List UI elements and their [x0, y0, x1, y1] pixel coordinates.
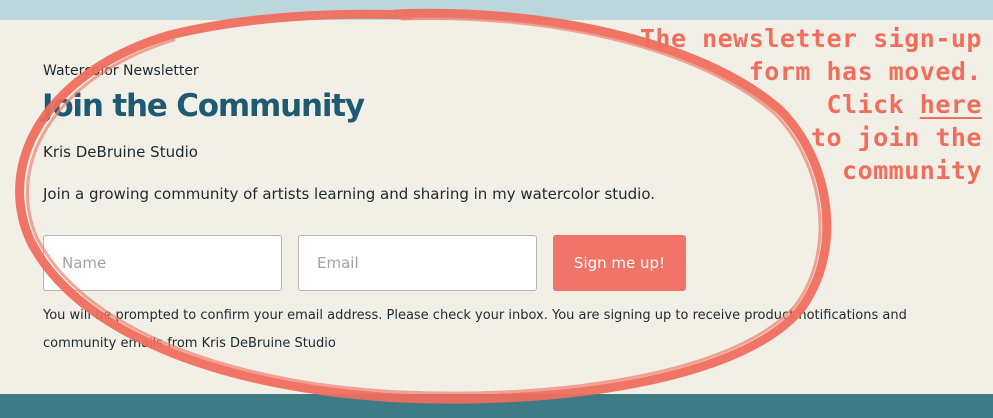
sign-up-button[interactable]: Sign me up! — [553, 235, 686, 291]
studio-name: Kris DeBruine Studio — [43, 143, 198, 161]
here-link[interactable]: here — [920, 90, 982, 119]
page-title: Join the Community — [42, 88, 365, 124]
top-banner-strip — [0, 0, 993, 20]
notice-click-text: Click — [826, 90, 920, 119]
notice-line-5: community — [842, 156, 982, 185]
notice-line-1: The newsletter sign-up — [639, 24, 982, 53]
email-input[interactable] — [298, 235, 537, 291]
newsletter-eyebrow: Watercolor Newsletter — [43, 63, 199, 79]
consent-notice: You will be prompted to confirm your ema… — [43, 308, 907, 351]
name-input[interactable] — [43, 235, 282, 291]
footer-strip — [0, 394, 993, 418]
notice-line-4: to join the — [810, 123, 982, 152]
moved-form-notice: The newsletter sign-up form has moved. C… — [640, 22, 982, 187]
newsletter-description: Join a growing community of artists lear… — [43, 185, 656, 203]
notice-line-2: form has moved. — [748, 57, 982, 86]
notice-line-3: Click here — [640, 88, 982, 121]
